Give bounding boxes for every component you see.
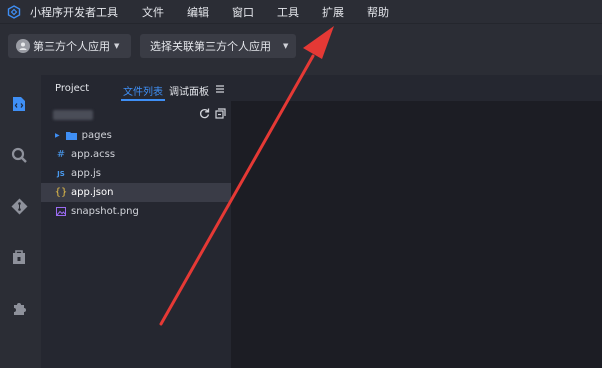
app-logo-icon xyxy=(7,4,21,19)
menu-edit[interactable]: 编辑 xyxy=(187,4,209,20)
tree-item-app-acss[interactable]: # app.acss xyxy=(41,145,231,164)
tab-project[interactable]: Project xyxy=(55,83,89,94)
panel-tabs: Project 文件列表 调试面板 xyxy=(41,75,231,103)
collapse-all-icon[interactable] xyxy=(215,108,226,119)
file-explorer-panel: Project 文件列表 调试面板 ▶ pages # app.acss JS … xyxy=(41,75,231,368)
folder-icon xyxy=(66,131,78,140)
tree-item-pages-folder[interactable]: ▶ pages xyxy=(41,126,231,145)
editor-tab-bar xyxy=(231,75,602,101)
user-icon xyxy=(19,42,27,50)
tree-item-label: pages xyxy=(81,130,112,141)
tree-toolbar xyxy=(199,108,226,119)
refresh-icon[interactable] xyxy=(199,108,210,119)
active-tab-indicator xyxy=(121,99,165,101)
caret-right-icon: ▶ xyxy=(55,132,60,139)
tab-file-list[interactable]: 文件列表 xyxy=(123,83,163,98)
editor-area[interactable] xyxy=(231,101,602,368)
menu-bar: 小程序开发者工具 文件 编辑 窗口 工具 扩展 帮助 xyxy=(0,0,602,23)
panel-menu-icon[interactable] xyxy=(215,84,225,94)
hash-icon: # xyxy=(56,149,66,160)
menu-tools[interactable]: 工具 xyxy=(277,4,299,20)
tree-item-label: app.js xyxy=(71,168,101,179)
tree-item-label: app.json xyxy=(71,187,114,198)
caret-down-icon: ▼ xyxy=(283,42,289,50)
plugin-icon[interactable] xyxy=(10,299,28,317)
caret-down-icon: ▼ xyxy=(114,42,120,50)
braces-icon: {} xyxy=(54,187,68,198)
image-icon xyxy=(55,207,67,216)
account-dropdown-button[interactable]: 第三方个人应用 ▼ xyxy=(8,34,131,58)
menu-help[interactable]: 帮助 xyxy=(367,4,389,20)
toolbar: 第三方个人应用 ▼ 选择关联第三方个人应用 ▼ xyxy=(0,23,602,75)
avatar xyxy=(16,39,30,53)
menu-file[interactable]: 文件 xyxy=(142,4,164,20)
menu-extensions[interactable]: 扩展 xyxy=(322,4,344,20)
activity-bar xyxy=(0,75,41,368)
js-icon: JS xyxy=(57,169,65,178)
tree-item-label: snapshot.png xyxy=(71,206,139,217)
menu-window[interactable]: 窗口 xyxy=(232,4,254,20)
tab-debug-panel[interactable]: 调试面板 xyxy=(169,83,209,98)
account-label: 第三方个人应用 xyxy=(33,40,110,53)
project-name-blurred xyxy=(53,110,93,120)
tree-item-app-js[interactable]: JS app.js xyxy=(41,164,231,183)
link-app-select[interactable]: 选择关联第三方个人应用 ▼ xyxy=(140,34,296,58)
explorer-icon[interactable] xyxy=(10,95,28,113)
tree-item-label: app.acss xyxy=(71,149,116,160)
link-app-label: 选择关联第三方个人应用 xyxy=(150,40,271,53)
git-icon[interactable] xyxy=(10,197,28,215)
tree-item-snapshot-png[interactable]: snapshot.png xyxy=(41,202,231,221)
extensions-store-icon[interactable] xyxy=(10,248,28,266)
app-name-menu[interactable]: 小程序开发者工具 xyxy=(30,4,118,20)
tree-item-app-json[interactable]: {} app.json xyxy=(41,183,231,202)
search-icon[interactable] xyxy=(10,146,28,164)
